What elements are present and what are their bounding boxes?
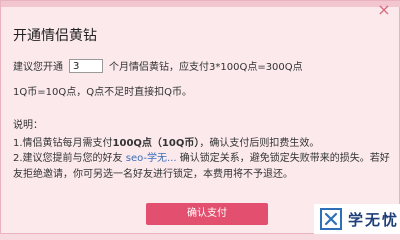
note-2: 2.建议您提前与您的好友 seo-学无... 确认锁定关系，避免锁定失败带来的损… [13, 151, 391, 183]
note-1: 1.情侣黄钻每月需支付100Q点（10Q币），确认支付后则扣费生效。 [13, 134, 319, 149]
note-1-prefix: 1.情侣黄钻每月需支付 [13, 138, 113, 149]
close-icon[interactable]: × [377, 2, 391, 18]
suggest-suffix: 个月情侣黄钻，应支付3*100Q点=300Q点 [109, 62, 303, 73]
friend-link[interactable]: seo-学无... [126, 153, 177, 164]
watermark: 学无忧 [314, 204, 400, 234]
rate-text: 1Q币=10Q点，Q点不足时直接扣Q币。 [13, 87, 192, 98]
note-1-suffix: ，确认支付后则扣费生效。 [199, 138, 320, 149]
note-1-price: 100Q点（10Q币） [112, 138, 200, 149]
suggest-prefix: 建议您开通 [13, 62, 63, 73]
open-couple-diamond-dialog: × 开通情侣黄钻 建议您开通 3 个月情侣黄钻，应支付3*100Q点=300Q点… [0, 0, 400, 234]
dialog-title: 开通情侣黄钻 [13, 28, 97, 44]
watermark-text: 学无忧 [348, 210, 400, 229]
note-2-prefix: 2.建议您提前与您的好友 [13, 153, 123, 164]
duration-row: 建议您开通 3 个月情侣黄钻，应支付3*100Q点=300Q点 [13, 58, 303, 73]
months-input[interactable]: 3 [69, 58, 103, 73]
x-cross-logo-icon [320, 208, 342, 230]
confirm-payment-button[interactable]: 确认支付 [146, 203, 268, 225]
notes-title: 说明： [13, 120, 43, 131]
dialog-titlebar [1, 1, 400, 7]
